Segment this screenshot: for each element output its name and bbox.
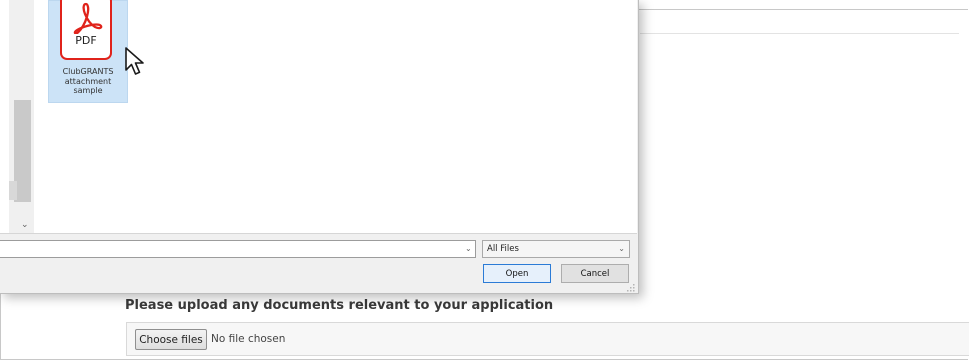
acrobat-logo-icon xyxy=(73,2,103,34)
cancel-button[interactable]: Cancel xyxy=(561,264,629,283)
scroll-down-arrow-icon[interactable]: ⌄ xyxy=(21,221,29,230)
pdf-icon-label: PDF xyxy=(75,34,97,47)
upload-heading: Please upload any documents relevant to … xyxy=(125,298,554,313)
chevron-down-icon: ⌄ xyxy=(618,244,625,253)
file-caption-line: ClubGRANTS xyxy=(62,67,114,76)
page-divider xyxy=(640,33,959,34)
file-caption-line: sample xyxy=(73,86,103,95)
mouse-pointer-icon xyxy=(125,47,144,75)
filename-input[interactable] xyxy=(0,240,476,258)
open-button[interactable]: Open xyxy=(483,264,551,283)
chevron-down-icon[interactable]: ⌄ xyxy=(465,244,472,253)
choose-files-button[interactable]: Choose files xyxy=(135,329,207,350)
file-type-value: All Files xyxy=(487,244,519,254)
file-caption-line: attachment xyxy=(64,76,112,86)
pdf-file-icon[interactable]: PDF xyxy=(60,0,112,60)
scrollbar-track-segment xyxy=(9,181,17,200)
no-file-status: No file chosen xyxy=(211,333,286,345)
file-type-select[interactable]: All Files ⌄ xyxy=(482,240,630,258)
resize-grip-icon[interactable] xyxy=(625,282,635,292)
file-open-dialog: ⌄ PDF ClubGRANTS attachment sample ⌄ All… xyxy=(0,0,639,294)
file-name-caption[interactable]: ClubGRANTS attachment sample xyxy=(48,67,128,96)
